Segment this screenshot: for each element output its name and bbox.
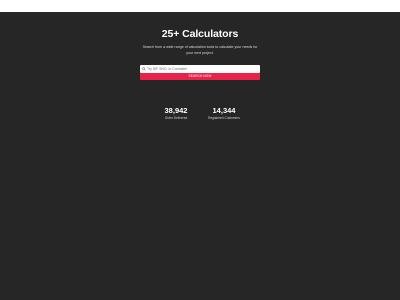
stat-label: Registered Customers — [208, 116, 240, 120]
search-field-container[interactable] — [140, 65, 260, 73]
stat-value: 14,344 — [212, 106, 236, 115]
search-icon — [142, 67, 146, 71]
page-title: 25+ Calculators — [161, 28, 239, 40]
page-background: 25+ Calculators Search from a wide range… — [0, 12, 400, 300]
page-subtitle: Search from a wide range of calculation … — [142, 45, 258, 55]
search-now-button[interactable]: SEARCH NOW — [140, 73, 260, 80]
search-input[interactable] — [147, 65, 257, 73]
search-form: SEARCH NOW — [140, 65, 260, 80]
stat-registered-customers: 14,344 Registered Customers — [194, 106, 254, 121]
